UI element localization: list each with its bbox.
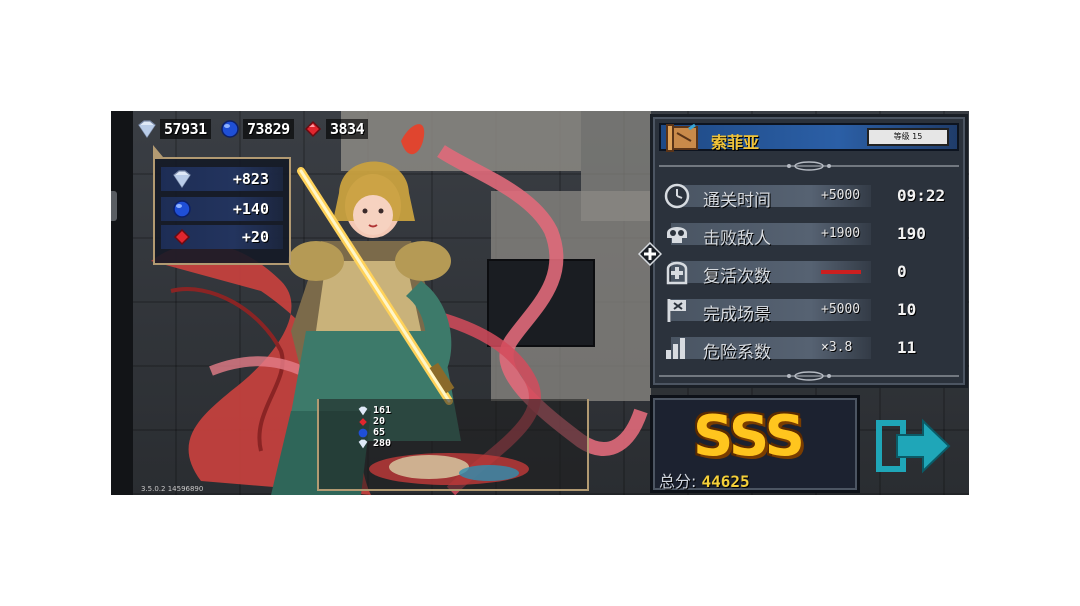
danger-bars-icon (666, 338, 685, 359)
gain-value: +823 (232, 170, 269, 188)
loot-value: 20 (373, 416, 386, 427)
skull-icon (667, 227, 687, 243)
diamond-icon (358, 406, 368, 415)
stat-value: 10 (897, 300, 917, 319)
stat-row-clear-time: 通关时间 +5000 09:22 (659, 181, 959, 211)
total-score: 总分: 44625 (659, 468, 750, 492)
gain-value: +20 (241, 228, 269, 246)
sapphire-counter: 73829 (219, 117, 294, 141)
loot-pile-image (369, 453, 529, 485)
revive-penalty-bar (821, 270, 861, 274)
stat-value: 09:22 (897, 186, 946, 205)
gain-value: +140 (232, 200, 269, 218)
stat-label: 击败敌人 (703, 229, 771, 249)
ruby-counter: 3834 (302, 117, 369, 141)
stat-label: 危险系数 (703, 343, 771, 363)
loot-preview-panel: 161 20 65 280 (317, 399, 589, 491)
total-score-label: 总分: (659, 472, 697, 491)
stat-bonus: +5000 (821, 302, 861, 317)
stat-row-scenes-completed: 完成场景 +5000 10 (659, 295, 959, 325)
stat-value: 0 (897, 262, 907, 281)
loot-row: 161 (357, 405, 391, 416)
stat-row-enemies-defeated: 击败敌人 +1900 190 (659, 219, 959, 249)
expand-plus-icon[interactable] (638, 242, 662, 266)
ruby-icon (359, 417, 367, 426)
stat-bonus: ×3.8 (821, 340, 853, 355)
score-panel: SSS 总分: 44625 (650, 395, 860, 493)
version-label: 3.5.0.2 14596890 (141, 485, 204, 493)
stat-row-danger-level: 危险系数 ×3.8 11 (659, 333, 959, 363)
hero-name: 索菲亚 (711, 133, 760, 152)
sapphire-icon (173, 200, 191, 218)
stat-label: 复活次数 (703, 267, 771, 287)
diamond-icon (173, 170, 191, 188)
stat-row-revives: 复活次数 0 (659, 257, 959, 287)
loot-value: 65 (373, 427, 386, 438)
ruby-count: 3834 (326, 119, 369, 139)
gain-row-diamond: +823 (161, 167, 283, 191)
stats-panel: 索菲亚 等级 15 通关时间 +5000 09:22 击败敌人 +1900 19… (650, 114, 968, 388)
ruby-icon (304, 120, 322, 138)
stat-value: 11 (897, 338, 917, 357)
grade-rank: SSS (693, 404, 805, 469)
ornament-divider (659, 371, 959, 381)
loot-value: 161 (373, 405, 392, 416)
sapphire-icon (358, 428, 368, 437)
diamond-counter: 57931 (136, 117, 211, 141)
stat-label: 通关时间 (703, 191, 771, 211)
hero-name-bar: 索菲亚 等级 15 (659, 123, 959, 152)
next-arrow-button[interactable] (873, 411, 953, 481)
diamond-count: 57931 (160, 119, 211, 139)
gain-row-ruby: +20 (161, 225, 283, 249)
flag-icon (667, 299, 686, 322)
stat-bonus: +1900 (821, 226, 861, 241)
sapphire-count: 73829 (243, 119, 294, 139)
hero-level-badge: 等级 15 (867, 128, 949, 146)
gain-row-sapphire: +140 (161, 197, 283, 221)
scroll-icon (666, 123, 698, 152)
ornament-divider (659, 161, 959, 171)
ruby-icon (173, 228, 191, 246)
reward-gain-popup: +823 +140 +20 (153, 145, 291, 265)
sapphire-icon (221, 120, 239, 138)
loot-row: 65 (357, 427, 385, 438)
loot-row: 20 (357, 416, 385, 427)
clock-icon (664, 183, 690, 209)
diamond-icon (138, 120, 156, 138)
revive-icon (666, 261, 688, 285)
total-score-value: 44625 (701, 472, 750, 491)
stat-label: 完成场景 (703, 305, 771, 325)
stat-value: 190 (897, 224, 926, 243)
stat-bonus: +5000 (821, 188, 861, 203)
